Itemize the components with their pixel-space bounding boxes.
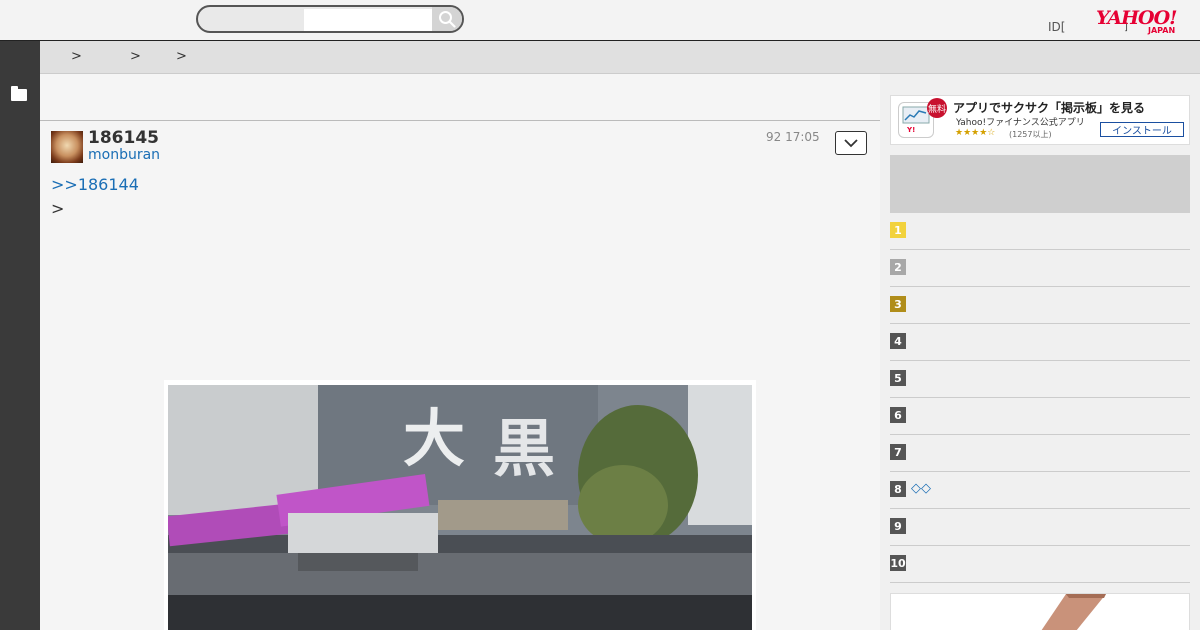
folder-icon[interactable] [11,86,27,101]
breadcrumb: > > > [40,41,1200,74]
review-count: (1257以上) [1009,130,1052,139]
photo-scene: 大 黒 [168,385,752,630]
breadcrumb-separator: > [176,49,187,64]
post-date: 92 17:05 [766,130,820,144]
post-menu-button[interactable] [835,131,867,155]
ranking-number: 2 [890,259,906,275]
ranking-item[interactable]: 9 [890,509,1190,546]
post-quote: > [51,199,65,218]
reply-link[interactable]: >>186144 [51,175,139,194]
right-sidebar: Y! 無料 アプリでサクサク「掲示板」を見る Yahoo!ファイナンス公式アプリ… [880,74,1200,630]
search-input[interactable] [304,9,434,31]
app-banner-title: アプリでサクサク「掲示板」を見る [953,101,1146,115]
header-bar: ID[ ] YAHOO! JAPAN [0,0,1200,41]
rating-stars: ★★★★☆ [955,128,996,138]
app-banner-subtitle: Yahoo!ファイナンス公式アプリ [956,118,1085,128]
ranking-number: 10 [890,555,906,571]
svg-text:大: 大 [403,402,465,475]
yahoo-logo-sub: JAPAN [1148,26,1176,35]
breadcrumb-separator: > [130,49,141,64]
ranking-item[interactable]: 1 [890,213,1190,250]
ranking-number: 7 [890,444,906,460]
ranking-item[interactable]: 7 [890,435,1190,472]
board-header-area [40,74,880,121]
ranking-number: 6 [890,407,906,423]
post-number: 186145 [88,128,159,148]
ranking-item[interactable]: 5 [890,361,1190,398]
ranking-number: 4 [890,333,906,349]
ad-placeholder[interactable] [890,155,1190,213]
svg-text:黒: 黒 [493,412,555,485]
photo-content: 大 黒 [168,385,752,630]
breadcrumb-separator: > [71,49,82,64]
ranking-number: 8 [890,481,906,497]
ranking-item[interactable]: 4 [890,324,1190,361]
ranking-number: 1 [890,222,906,238]
search-button[interactable] [432,7,462,31]
post-card: 186145 monburan 92 17:05 >>186144 > 大 黒 [40,121,880,630]
chevron-down-icon [844,139,858,148]
ranking-item[interactable]: 6 [890,398,1190,435]
login-id-link[interactable]: ID[ [1048,20,1065,34]
svg-text:Y!: Y! [906,126,915,134]
ranking-item[interactable]: 10 [890,546,1190,583]
install-button[interactable]: インストール [1100,122,1184,137]
ranking-item[interactable]: 2 [890,250,1190,287]
search-icon [439,11,456,28]
post-username[interactable]: monburan [88,147,160,163]
ranking-label[interactable]: ◇◇ [911,481,931,496]
ranking-item[interactable]: 8 ◇◇ [890,472,1190,509]
search-box [196,5,464,33]
post-image[interactable]: 大 黒 [164,380,756,630]
avatar[interactable] [51,131,83,163]
ad-image [891,594,1189,630]
bottom-ad[interactable] [890,593,1190,630]
ranking-number: 9 [890,518,906,534]
ranking-item[interactable]: 3 [890,287,1190,324]
free-badge: 無料 [927,98,947,118]
ranking-number: 5 [890,370,906,386]
app-promo-banner[interactable]: Y! 無料 アプリでサクサク「掲示板」を見る Yahoo!ファイナンス公式アプリ… [890,95,1190,145]
ranking-number: 3 [890,296,906,312]
left-nav-bar [0,41,40,630]
